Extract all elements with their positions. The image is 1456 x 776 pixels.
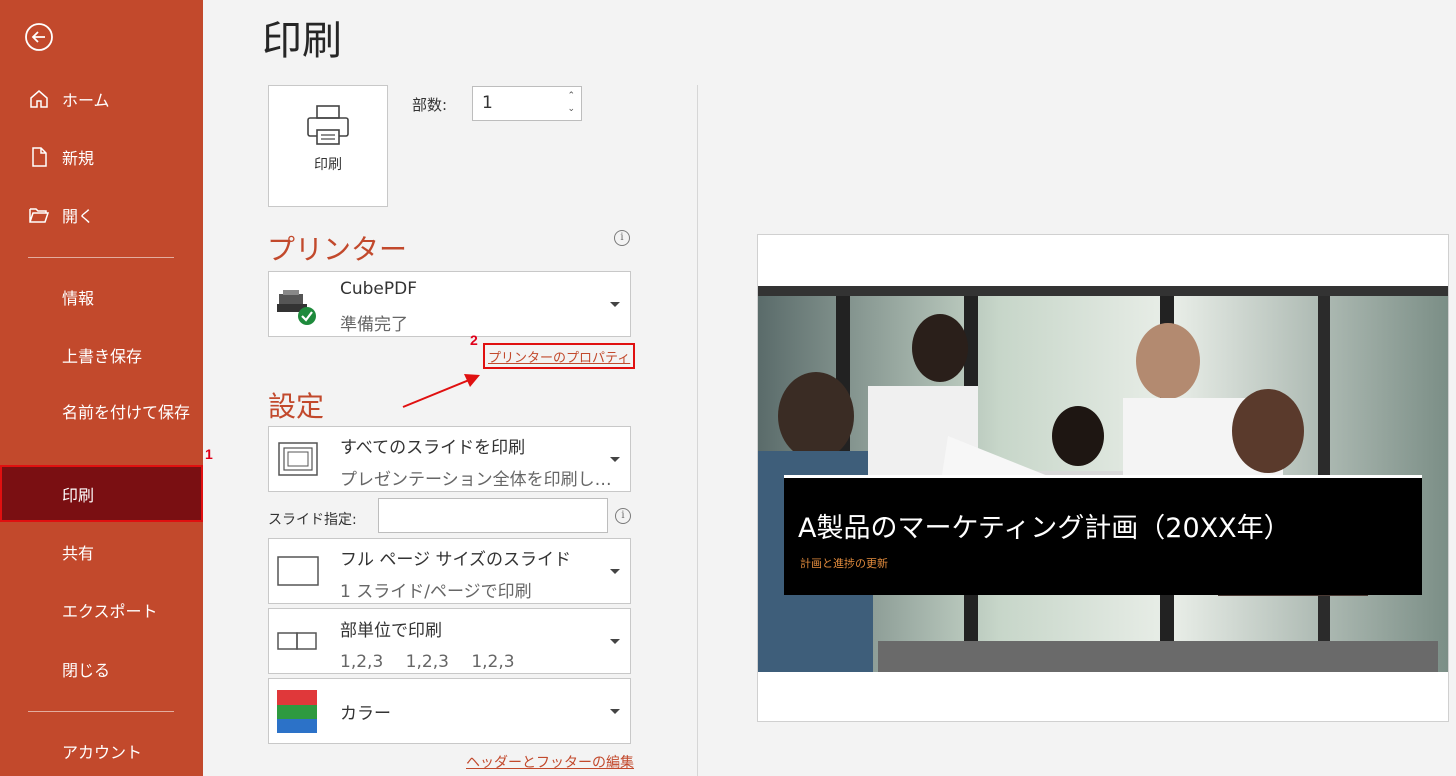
copies-value: 1 [482, 93, 493, 113]
sidebar-item-label: 開く [62, 207, 95, 226]
chevron-down-icon [610, 302, 620, 307]
collation-desc: 1,2,3 1,2,3 1,2,3 [340, 652, 515, 672]
new-document-icon [32, 147, 47, 167]
info-icon[interactable]: i [614, 230, 630, 246]
sidebar-item-open[interactable]: 開く [0, 187, 203, 243]
sidebar-item-save-as[interactable]: 名前を付けて保存 [0, 398, 203, 458]
sidebar-item-share[interactable]: 共有 [0, 524, 203, 580]
sidebar-divider [28, 711, 174, 712]
sidebar-item-label: アカウント [62, 743, 143, 762]
color-dropdown[interactable]: カラー [268, 678, 631, 744]
settings-heading: 設定 [268, 390, 325, 423]
copies-stepper[interactable]: 1 ⌃ ⌄ [472, 86, 582, 121]
printer-name: CubePDF [340, 279, 418, 299]
printer-status: 準備完了 [340, 315, 408, 335]
sidebar-item-export[interactable]: エクスポート [0, 582, 203, 638]
collation-dropdown[interactable]: 部単位で印刷 1,2,3 1,2,3 1,2,3 [268, 608, 631, 674]
print-range-desc: プレゼンテーション全体を印刷し… [340, 470, 612, 490]
printer-icon [307, 105, 349, 145]
color-icon [277, 690, 317, 733]
print-range-title: すべてのスライドを印刷 [340, 438, 526, 458]
sidebar-item-save[interactable]: 上書き保存 [0, 327, 203, 383]
printer-ready-icon [277, 290, 316, 325]
color-title: カラー [340, 704, 391, 724]
sidebar-item-info[interactable]: 情報 [0, 269, 203, 325]
printer-properties-link[interactable]: プリンターのプロパティ [483, 343, 636, 369]
sidebar-item-home[interactable]: ホーム [0, 71, 203, 127]
sidebar-item-label: 情報 [62, 289, 95, 308]
print-button-label: 印刷 [314, 157, 342, 173]
annotation-step-2: 2 [470, 332, 478, 348]
layout-title: フル ページ サイズのスライド [340, 550, 571, 570]
sidebar-item-label: 印刷 [62, 485, 95, 505]
sidebar-item-label: 共有 [62, 544, 95, 563]
sidebar-item-label: 名前を付けて保存 [62, 403, 191, 422]
home-icon [30, 90, 48, 108]
sidebar-item-label: 閉じる [62, 661, 111, 680]
slide-title-band: A製品のマーケティング計画（20XX年） 計画と進捗の更新 [784, 475, 1422, 595]
pane-divider [697, 85, 698, 776]
sidebar-item-print[interactable]: 印刷 [0, 465, 203, 522]
sidebar-item-new[interactable]: 新規 [0, 129, 203, 185]
chevron-down-icon [610, 457, 620, 462]
slides-label: スライド指定: [268, 512, 357, 528]
slides-input[interactable] [378, 498, 608, 533]
page-title: 印刷 [262, 18, 342, 64]
annotation-step-1: 1 [205, 446, 213, 462]
annotation-arrow [402, 374, 480, 408]
info-icon[interactable]: i [615, 508, 631, 524]
sidebar-item-label: ホーム [62, 91, 110, 110]
all-slides-icon [278, 442, 318, 476]
sidebar-item-label: 新規 [62, 149, 95, 168]
printer-dropdown[interactable]: CubePDF 準備完了 [268, 271, 631, 337]
back-arrow-icon[interactable] [24, 22, 54, 52]
sidebar-item-label: 上書き保存 [62, 347, 143, 366]
print-preview: A製品のマーケティング計画（20XX年） 計画と進捗の更新 [757, 234, 1449, 722]
layout-dropdown[interactable]: フル ページ サイズのスライド 1 スライド/ページで印刷 [268, 538, 631, 604]
print-button[interactable]: 印刷 [268, 85, 388, 207]
sidebar-item-account[interactable]: アカウント [0, 723, 203, 776]
band-rule [784, 483, 1422, 485]
sidebar-divider [28, 257, 174, 258]
printer-heading: プリンター [267, 233, 408, 266]
collation-title: 部単位で印刷 [340, 621, 442, 641]
header-footer-link[interactable]: ヘッダーとフッターの編集 [466, 752, 634, 772]
backstage-sidebar: ホーム 新規 開く 情報 上書き保存 名前を付けて保存 印刷 共有 エクスポート… [0, 0, 203, 776]
print-range-dropdown[interactable]: すべてのスライドを印刷 プレゼンテーション全体を印刷し… [268, 426, 631, 492]
full-page-slide-icon [277, 556, 319, 586]
folder-open-icon [29, 208, 50, 223]
copies-label: 部数: [412, 96, 448, 114]
slide-subtitle: 計画と進捗の更新 [800, 557, 888, 570]
sidebar-item-close[interactable]: 閉じる [0, 641, 203, 697]
spin-arrows-icon[interactable]: ⌃ ⌄ [567, 90, 575, 116]
chevron-down-icon [610, 639, 620, 644]
chevron-down-icon [610, 709, 620, 714]
sidebar-item-label: エクスポート [62, 602, 158, 621]
collated-icon [277, 632, 317, 650]
chevron-down-icon [610, 569, 620, 574]
layout-desc: 1 スライド/ページで印刷 [340, 582, 532, 602]
slide-title: A製品のマーケティング計画（20XX年） [798, 513, 1291, 544]
